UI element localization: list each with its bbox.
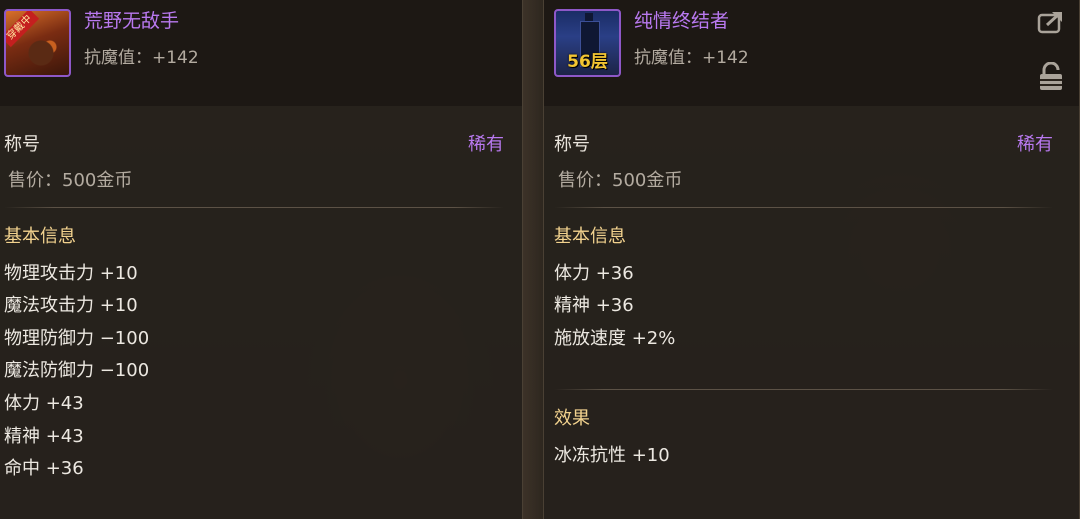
share-icon[interactable] xyxy=(1037,9,1065,35)
divider xyxy=(554,207,1053,208)
item-name: 纯情终结者 xyxy=(634,10,730,32)
equipped-badge: 穿戴中 xyxy=(6,11,40,48)
floor-badge: 56层 xyxy=(567,52,608,72)
item-category: 称号 xyxy=(4,134,40,155)
divider xyxy=(4,207,504,208)
sell-price: 售价：500金币 xyxy=(558,170,683,191)
item-icon: 56层 xyxy=(554,9,621,77)
item-rarity: 稀有 xyxy=(468,134,504,155)
divider xyxy=(554,389,1053,390)
item-category: 称号 xyxy=(554,134,590,155)
basic-info-title: 基本信息 xyxy=(554,226,626,247)
sell-price: 售价：500金币 xyxy=(8,170,133,191)
item-rarity: 稀有 xyxy=(1017,134,1053,155)
effect-title: 效果 xyxy=(554,408,590,429)
stat-line: 体力 +36 xyxy=(554,263,634,284)
stat-line: 精神 +36 xyxy=(554,295,634,316)
stat-line: 魔法攻击力 +10 xyxy=(4,295,138,316)
tooltip-header: 穿戴中 荒野无敌手 抗魔值：+142 xyxy=(0,0,522,106)
stat-line: 命中 +36 xyxy=(4,458,84,479)
stat-line: 精神 +43 xyxy=(4,426,84,447)
tooltip-panel-equipped: 穿戴中 荒野无敌手 抗魔值：+142 称号 稀有 售价：500金币 基本信息 物… xyxy=(0,0,523,519)
lock-icon[interactable] xyxy=(1039,61,1063,92)
item-icon: 穿戴中 xyxy=(4,9,71,77)
tooltip-header: 56层 纯情终结者 抗魔值：+142 xyxy=(544,0,1079,106)
stat-line: 体力 +43 xyxy=(4,393,84,414)
basic-info-title: 基本信息 xyxy=(4,226,76,247)
tooltip-panel-compare: 56层 纯情终结者 抗魔值：+142 称号 稀有 售价：500金币 基本信息 体… xyxy=(543,0,1080,519)
item-name: 荒野无敌手 xyxy=(84,10,180,32)
stat-line: 物理防御力 −100 xyxy=(4,328,150,349)
stat-line: 物理攻击力 +10 xyxy=(4,263,138,284)
panel-gap xyxy=(523,0,543,519)
magic-resist: 抗魔值：+142 xyxy=(84,48,199,68)
stat-line: 魔法防御力 −100 xyxy=(4,360,150,381)
effect-line: 冰冻抗性 +10 xyxy=(554,445,670,466)
stat-line: 施放速度 +2% xyxy=(554,328,676,349)
magic-resist: 抗魔值：+142 xyxy=(634,48,749,68)
